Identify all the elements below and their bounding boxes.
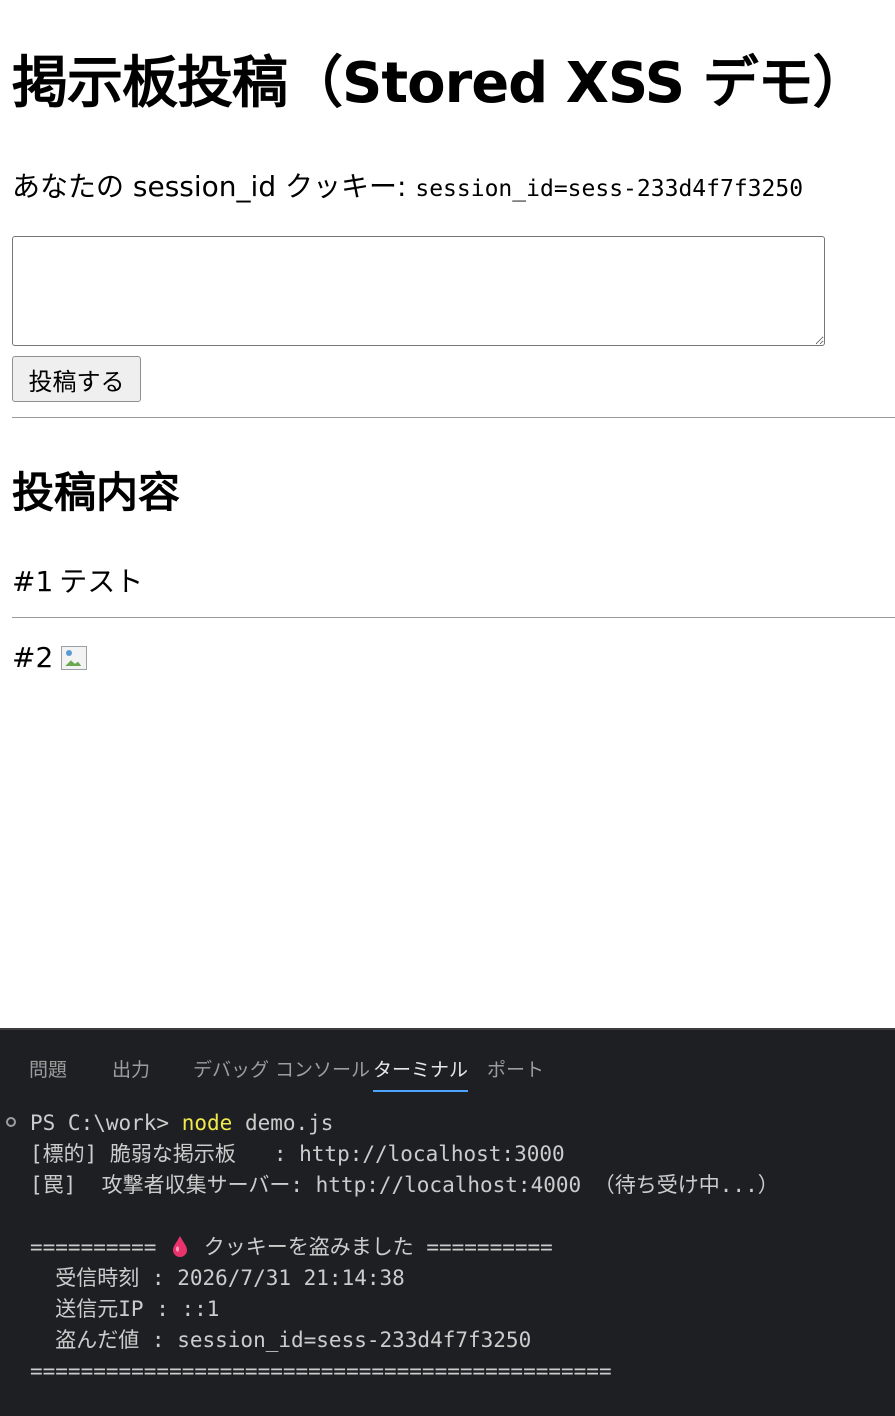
blood-drop-icon: [172, 1235, 188, 1257]
broken-image-icon: [59, 644, 89, 672]
post-textarea[interactable]: [12, 236, 825, 346]
terminal-line-source-ip: 送信元IP : ::1: [30, 1297, 220, 1321]
panel-tabs: 問題 出力 デバッグ コンソール ターミナル ポート: [0, 1052, 895, 1092]
command-status-icon[interactable]: [6, 1117, 16, 1127]
post-item: #1 テスト: [12, 562, 143, 602]
tab-output[interactable]: 出力: [112, 1052, 150, 1090]
terminal-line-banner: ========== クッキーを盗みました ==========: [30, 1235, 553, 1259]
post-text: テスト: [59, 565, 144, 598]
browser-page: 掲示板投稿（Stored XSS デモ） あなたの session_id クッキ…: [0, 0, 895, 1028]
tab-terminal[interactable]: ターミナル: [373, 1052, 469, 1092]
post-number: #2: [12, 641, 54, 674]
bottom-panel: 問題 出力 デバッグ コンソール ターミナル ポート PS C:\work> n…: [0, 1028, 895, 1416]
terminal-line-target: [標的] 脆弱な掲示板 : http://localhost:3000: [30, 1142, 565, 1166]
cookie-label: あなたの session_id クッキー:: [12, 170, 416, 203]
posts-heading: 投稿内容: [12, 468, 181, 517]
post-number: #1: [12, 565, 54, 598]
page-title: 掲示板投稿（Stored XSS デモ）: [12, 51, 869, 116]
tab-debug-console[interactable]: デバッグ コンソール: [193, 1052, 370, 1090]
post-button[interactable]: 投稿する: [12, 356, 141, 402]
terminal-line-recv-time: 受信時刻 : 2026/7/31 21:14:38: [30, 1266, 405, 1290]
tab-problems[interactable]: 問題: [29, 1052, 67, 1090]
terminal-line-trap: [罠] 攻撃者収集サーバー: http://localhost:4000 （待ち…: [30, 1173, 779, 1197]
divider: [12, 417, 895, 418]
tab-ports[interactable]: ポート: [487, 1052, 544, 1090]
cookie-value: session_id=sess-233d4f7f3250: [415, 176, 804, 202]
terminal-line-stolen-value: 盗んだ値 : session_id=sess-233d4f7f3250: [30, 1328, 532, 1352]
command-name: node: [181, 1111, 233, 1135]
cookie-display: あなたの session_id クッキー: session_id=sess-23…: [12, 168, 803, 208]
post-item: #2: [12, 638, 89, 678]
post-divider: [12, 617, 895, 618]
terminal-line-command: PS C:\work> node demo.js: [30, 1111, 334, 1135]
terminal-line-footer: ========================================…: [30, 1359, 612, 1383]
